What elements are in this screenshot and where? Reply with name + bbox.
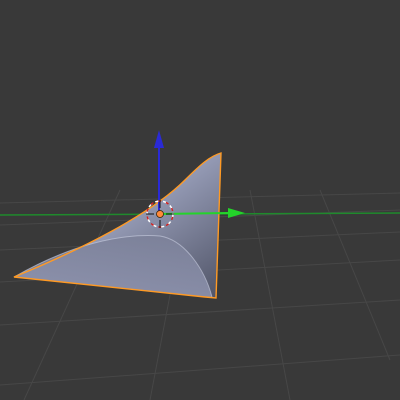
translate-z-arrow-icon[interactable] xyxy=(154,130,164,148)
object-origin-icon[interactable] xyxy=(156,210,164,218)
3d-viewport[interactable] xyxy=(0,0,400,400)
selected-mesh-object[interactable] xyxy=(13,152,222,299)
viewport-canvas[interactable] xyxy=(0,0,400,400)
